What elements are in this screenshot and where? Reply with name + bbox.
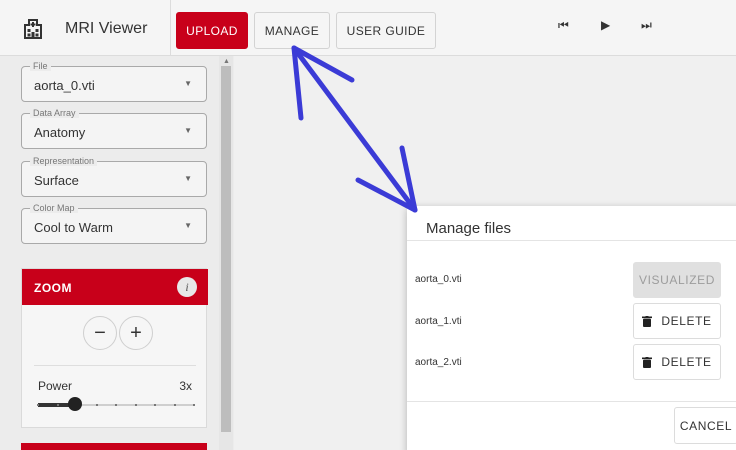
- delete-button[interactable]: DELETE: [633, 344, 721, 380]
- caret-down-icon: ▼: [184, 221, 192, 230]
- data-array-select[interactable]: Data Array Anatomy ▼: [21, 108, 207, 149]
- app-brand: MRI Viewer: [0, 0, 171, 56]
- slider-tick: [95, 404, 98, 406]
- top-bar: MRI Viewer UPLOAD MANAGE USER GUIDE ⏮ ▶ …: [0, 0, 736, 56]
- delete-button-label: DELETE: [661, 355, 712, 369]
- zoom-panel: ZOOM i − + Power 3x: [21, 268, 208, 428]
- slider-tick: [173, 404, 176, 406]
- divider: [34, 365, 196, 366]
- color-map-select[interactable]: Color Map Cool to Warm ▼: [21, 203, 207, 244]
- slider-tick: [56, 404, 59, 406]
- skip-last-icon[interactable]: ⏭: [641, 18, 652, 33]
- zoom-in-button[interactable]: +: [119, 316, 153, 350]
- upload-button[interactable]: UPLOAD: [176, 12, 248, 49]
- trash-icon: [642, 315, 653, 327]
- scrollbar-thumb[interactable]: [221, 66, 231, 432]
- divider: [407, 240, 736, 241]
- slider-tick: [37, 404, 39, 406]
- power-slider-thumb[interactable]: [68, 397, 83, 411]
- representation-select-value: Surface: [34, 173, 79, 188]
- dialog-title: Manage files: [426, 220, 512, 237]
- caret-down-icon: ▼: [184, 79, 192, 88]
- power-label: Power: [38, 379, 73, 393]
- slider-tick: [193, 404, 195, 406]
- slider-tick: [154, 404, 156, 406]
- slider-tick: [134, 404, 137, 406]
- manage-files-dialog: Manage files aorta_0.vti VISUALIZED aort…: [407, 206, 736, 450]
- info-icon[interactable]: i: [177, 277, 197, 297]
- color-map-select-label: Color Map: [30, 203, 78, 213]
- caret-down-icon: ▼: [184, 126, 192, 135]
- caret-down-icon: ▼: [184, 174, 192, 183]
- delete-button-label: DELETE: [661, 314, 712, 328]
- app-title: MRI Viewer: [65, 20, 148, 37]
- manage-button[interactable]: MANAGE: [254, 12, 330, 49]
- trash-icon: [642, 356, 653, 368]
- user-guide-button[interactable]: USER GUIDE: [336, 12, 436, 49]
- hospital-building-icon: [24, 19, 42, 39]
- file-select-value: aorta_0.vti: [34, 78, 95, 93]
- zoom-panel-header: ZOOM i: [22, 269, 208, 305]
- data-array-select-label: Data Array: [30, 108, 79, 118]
- play-icon[interactable]: ▶: [601, 18, 610, 32]
- divider: [407, 401, 736, 402]
- delete-button[interactable]: DELETE: [633, 303, 721, 339]
- scroll-up-icon[interactable]: ▲: [223, 58, 230, 65]
- representation-select-label: Representation: [30, 156, 98, 166]
- power-value: 3x: [179, 379, 192, 393]
- file-name: aorta_0.vti: [415, 274, 462, 285]
- zoom-out-button[interactable]: −: [83, 316, 117, 350]
- visualized-button: VISUALIZED: [633, 262, 721, 298]
- skip-first-icon[interactable]: ⏮: [558, 18, 569, 33]
- slider-tick: [115, 404, 117, 406]
- data-array-select-value: Anatomy: [34, 125, 86, 140]
- color-map-select-value: Cool to Warm: [34, 220, 113, 235]
- zoom-title: ZOOM: [34, 281, 72, 295]
- next-panel-header: [21, 443, 207, 450]
- file-select[interactable]: File aorta_0.vti ▼: [21, 61, 207, 102]
- file-name: aorta_1.vti: [415, 316, 462, 327]
- visualized-button-label: VISUALIZED: [638, 273, 716, 287]
- cancel-button[interactable]: CANCEL: [674, 407, 736, 444]
- representation-select[interactable]: Representation Surface ▼: [21, 156, 207, 197]
- file-select-label: File: [30, 61, 51, 71]
- file-name: aorta_2.vti: [415, 357, 462, 368]
